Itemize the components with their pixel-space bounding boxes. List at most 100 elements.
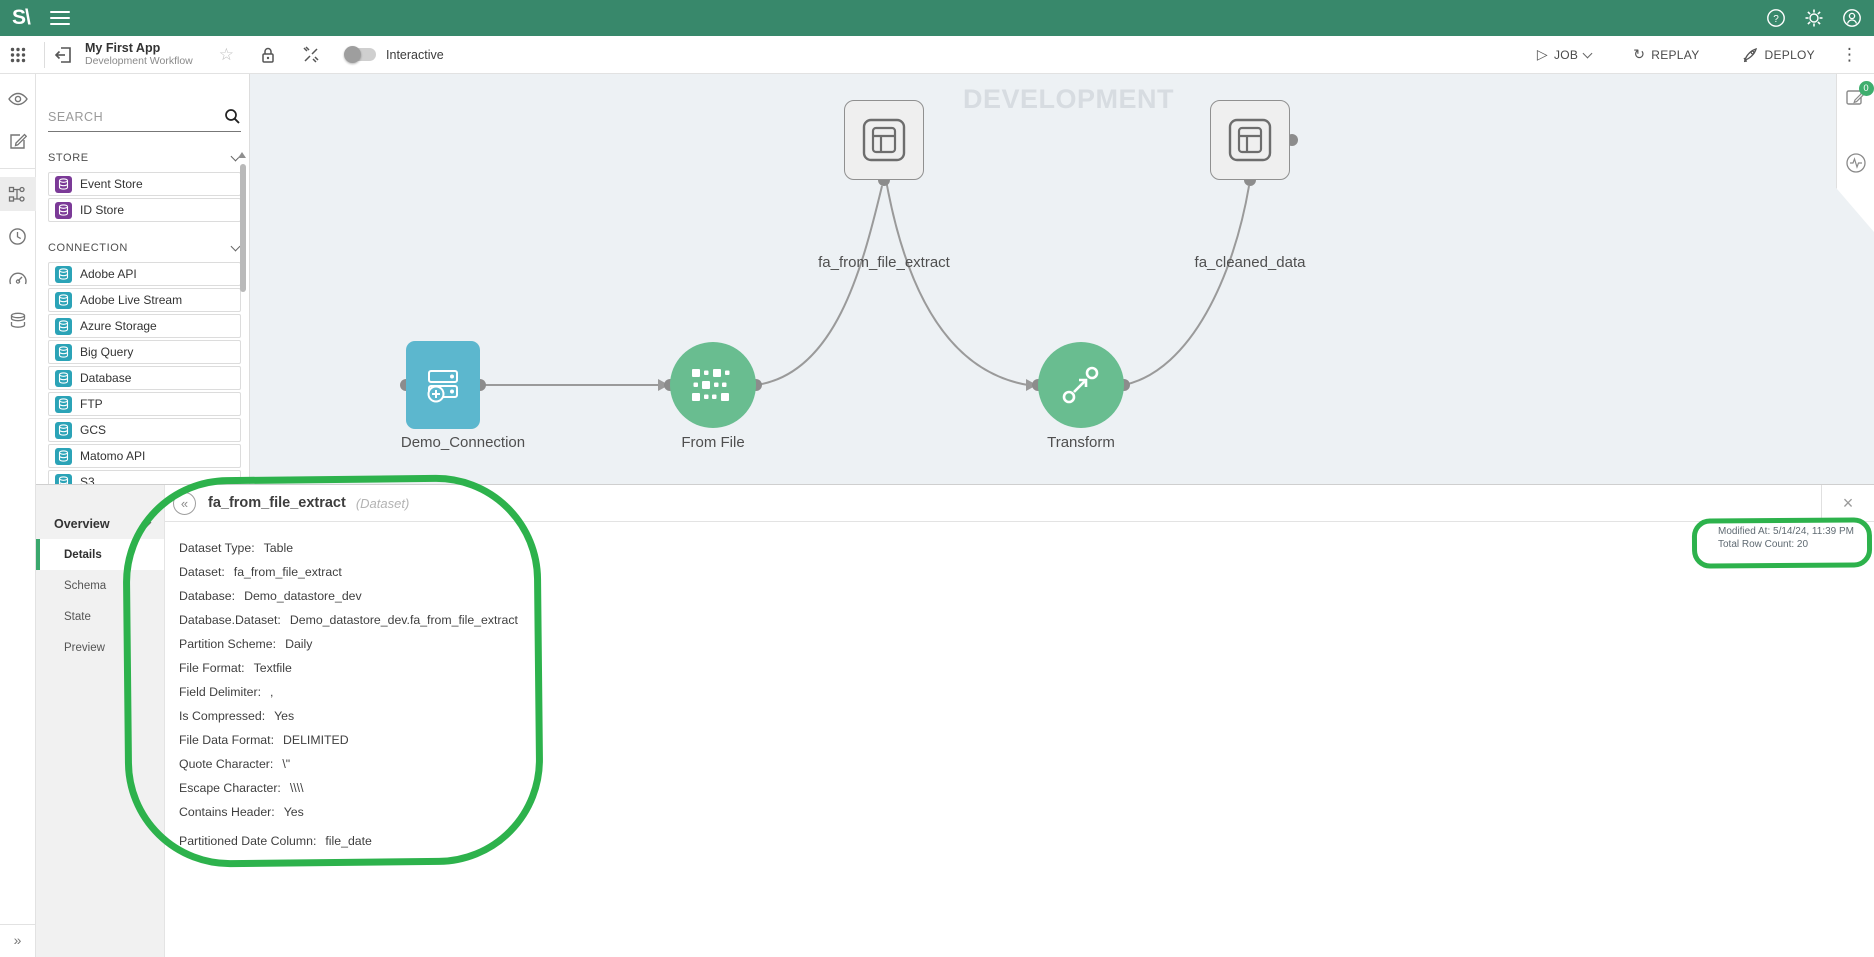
environment-watermark: DEVELOPMENT	[963, 84, 1174, 115]
palette-item[interactable]: FTP	[48, 392, 241, 416]
row-count-text: Total Row Count: 20	[1718, 538, 1854, 551]
pipeline-builder-icon[interactable]	[0, 177, 36, 211]
palette-item[interactable]: ID Store	[48, 198, 241, 222]
palette-item[interactable]: S3	[48, 470, 241, 484]
account-icon[interactable]	[1842, 8, 1862, 28]
more-options-icon[interactable]: ⋮	[1841, 45, 1858, 65]
palette-item[interactable]: Database	[48, 366, 241, 390]
dataset-inspector-panel: Overview Details Schema State	[36, 484, 1874, 957]
toolbar-divider	[44, 42, 45, 68]
detail-label: Dataset Type:	[179, 541, 255, 555]
collapse-panel-icon[interactable]: «	[173, 492, 196, 515]
expand-rail-button[interactable]: »	[0, 924, 36, 957]
palette-item[interactable]: Adobe API	[48, 262, 241, 286]
node-from-file[interactable]	[670, 342, 756, 428]
replay-button[interactable]: ↻ REPLAY	[1633, 46, 1699, 63]
inspector-tab-label: Preview	[64, 642, 105, 654]
detail-row: Quote Character: \"	[179, 752, 1874, 776]
search-icon[interactable]	[224, 108, 241, 125]
help-icon[interactable]: ?	[1766, 8, 1786, 28]
node-label: fa_cleaned_data	[1130, 254, 1370, 271]
canvas-side-flap: 0	[1836, 74, 1874, 232]
detail-label: Partition Scheme:	[179, 637, 276, 651]
inspector-content: « fa_from_file_extract (Dataset) × Datas…	[164, 485, 1874, 957]
node-palette: STORE Event Store ID Store	[36, 74, 250, 484]
favorite-star-icon[interactable]: ☆	[219, 45, 234, 65]
node-label: Demo_Connection	[343, 434, 583, 451]
section-header-store[interactable]: STORE	[48, 152, 239, 164]
scroll-up-arrow[interactable]	[238, 152, 246, 158]
palette-item-label: ID Store	[80, 203, 124, 217]
palette-item-label: GCS	[80, 423, 106, 437]
inspector-tab[interactable]: Schema	[36, 570, 164, 601]
palette-item[interactable]: Azure Storage	[48, 314, 241, 338]
adobe-api-icon	[55, 266, 72, 283]
palette-item[interactable]: GCS	[48, 418, 241, 442]
edit-compose-icon[interactable]	[0, 124, 36, 158]
settings-gear-icon[interactable]	[1804, 8, 1824, 28]
history-clock-icon[interactable]	[0, 219, 36, 253]
gcs-icon	[55, 422, 72, 439]
search-input[interactable]	[48, 110, 224, 124]
inspector-title: fa_from_file_extract	[208, 495, 346, 511]
palette-item-label: S3	[80, 475, 95, 484]
detail-row: Field Delimiter: ,	[179, 680, 1874, 704]
chevron-down-icon	[142, 518, 152, 528]
detail-row: Database.Dataset: Demo_datastore_dev.fa_…	[179, 608, 1874, 632]
lock-icon[interactable]	[260, 46, 276, 64]
inspector-tab[interactable]: Details	[36, 539, 164, 570]
storage-stack-icon[interactable]	[0, 303, 36, 337]
chevron-down-icon	[231, 242, 241, 252]
detail-value: Demo_datastore_dev	[244, 589, 362, 603]
inspector-tab-label: Schema	[64, 580, 106, 592]
workflow-canvas[interactable]: DEVELOPMENT fa_from_file_e	[250, 74, 1874, 484]
detail-label: Dataset:	[179, 565, 225, 579]
database-icon	[55, 370, 72, 387]
node-transform[interactable]	[1038, 342, 1124, 428]
node-label: fa_from_file_extract	[764, 254, 1004, 271]
detail-row: File Data Format: DELIMITED	[179, 728, 1874, 752]
palette-item[interactable]: Adobe Live Stream	[48, 288, 241, 312]
event-store-icon	[55, 176, 72, 193]
detail-value: ,	[270, 685, 273, 699]
svg-text:?: ?	[1773, 14, 1779, 25]
node-label: From File	[593, 434, 833, 451]
close-panel-icon[interactable]: ×	[1822, 493, 1874, 514]
palette-item[interactable]: Big Query	[48, 340, 241, 364]
hamburger-menu-icon[interactable]	[50, 7, 70, 29]
inspector-tab[interactable]: Preview	[36, 632, 164, 663]
palette-scrollbar[interactable]	[240, 164, 246, 292]
ftp-icon	[55, 396, 72, 413]
modified-at-text: Modified At: 5/14/24, 11:39 PM	[1718, 525, 1854, 538]
report-icon[interactable]: 0	[1845, 88, 1867, 110]
palette-item-label: Event Store	[80, 177, 143, 191]
palette-item[interactable]: Matomo API	[48, 444, 241, 468]
palette-item[interactable]: Event Store	[48, 172, 241, 196]
inspector-tab-label: State	[64, 611, 91, 623]
top-app-bar: S\ ?	[0, 0, 1874, 36]
job-button[interactable]: ▷ JOB	[1537, 46, 1591, 63]
disconnect-icon[interactable]	[302, 46, 320, 64]
monitor-gauge-icon[interactable]	[0, 261, 36, 295]
overview-section-toggle[interactable]: Overview	[36, 509, 164, 539]
detail-label: Field Delimiter:	[179, 685, 261, 699]
deploy-button[interactable]: DEPLOY	[1742, 46, 1816, 63]
inspector-tab[interactable]: State	[36, 601, 164, 632]
detail-row: Dataset: fa_from_file_extract	[179, 560, 1874, 584]
apps-grid-icon[interactable]	[10, 47, 26, 63]
pulse-icon[interactable]	[1845, 152, 1867, 174]
preview-eye-icon[interactable]	[0, 82, 36, 116]
node-fa-from-file-extract[interactable]	[844, 100, 924, 180]
detail-label: File Data Format:	[179, 733, 274, 747]
node-demo-connection[interactable]	[406, 341, 480, 429]
exit-workflow-icon[interactable]	[53, 44, 75, 66]
detail-row: Is Compressed: Yes	[179, 704, 1874, 728]
node-fa-cleaned-data[interactable]	[1210, 100, 1290, 180]
palette-item-label: Database	[80, 371, 131, 385]
section-header-connection[interactable]: CONNECTION	[48, 242, 239, 254]
id-store-icon	[55, 202, 72, 219]
workflow-toolbar: My First App Development Workflow ☆ Inte…	[0, 36, 1874, 74]
interactive-toggle[interactable]	[346, 48, 376, 61]
detail-row: Partition Scheme: Daily	[179, 632, 1874, 656]
dataset-meta-info: Modified At: 5/14/24, 11:39 PM Total Row…	[1718, 525, 1854, 551]
